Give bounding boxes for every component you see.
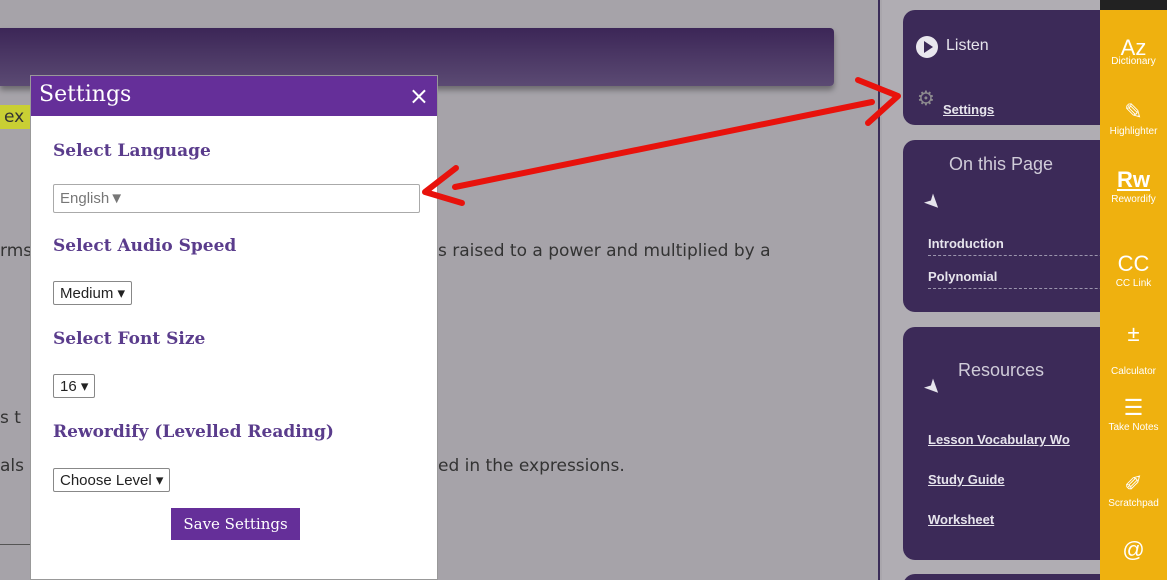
toc-item-polynomial[interactable]: Polynomial — [928, 269, 1128, 289]
resource-link-vocabulary[interactable]: Lesson Vocabulary Wo — [928, 432, 1070, 447]
tool-label: Rewordify — [1111, 194, 1156, 205]
rewordify-icon: Rw — [1117, 167, 1150, 192]
tool-label: Scratchpad — [1108, 498, 1159, 509]
toolbar-top-bar — [1100, 0, 1167, 10]
resources-title: Resources — [958, 360, 1045, 380]
close-icon[interactable]: × — [409, 82, 429, 110]
font-size-label: Select Font Size — [53, 329, 206, 349]
resource-link-worksheet[interactable]: Worksheet — [928, 512, 994, 527]
highlighter-icon: ✎ — [1124, 99, 1143, 124]
body-text-fragment: rms — [0, 241, 33, 261]
resource-link-study-guide[interactable]: Study Guide — [928, 472, 1005, 487]
tool-label: Highlighter — [1109, 126, 1158, 137]
dialog-title: Settings — [39, 82, 132, 107]
listen-label[interactable]: Listen — [946, 37, 989, 55]
at-tool[interactable]: @ — [1100, 538, 1167, 562]
gear-icon: ⚙ — [917, 86, 935, 110]
calculator-tool[interactable]: ± Calculator — [1100, 321, 1167, 378]
settings-dialog: Settings × Select Language English▼ Sele… — [30, 75, 438, 580]
highlighted-text-fragment: ex — [0, 105, 34, 129]
language-label: Select Language — [53, 141, 211, 161]
rewordify-level-select[interactable]: Choose Level ▾ — [53, 468, 171, 492]
pin-icon: ➤ — [918, 187, 948, 217]
divider-rule — [0, 544, 34, 545]
cc-icon: CC — [1117, 251, 1150, 276]
toolbar: Az Dictionary ✎ Highlighter Rw Rewordify… — [1100, 0, 1167, 580]
highlighter-tool[interactable]: ✎ Highlighter — [1100, 99, 1167, 138]
take-notes-tool[interactable]: ☰ Take Notes — [1100, 395, 1167, 434]
audio-speed-label: Select Audio Speed — [53, 236, 237, 256]
cc-link-tool[interactable]: CC CC Link — [1100, 251, 1167, 290]
rewordify-tool[interactable]: Rw Rewordify — [1100, 167, 1167, 206]
body-text-fragment: als — [0, 456, 24, 476]
sidebar-box — [903, 574, 1121, 580]
tool-label: Dictionary — [1111, 56, 1156, 67]
on-this-page-title: On this Page — [949, 154, 1054, 174]
tool-label: Calculator — [1110, 366, 1157, 377]
on-this-page-box: On this Page ➤ Introduction Polynomial — [903, 140, 1128, 312]
language-select[interactable]: English▼ — [53, 184, 420, 213]
pencil-icon: ✐ — [1124, 471, 1143, 496]
listen-box: Listen ⚙ Settings — [903, 10, 1121, 125]
at-icon: @ — [1122, 537, 1145, 562]
scratchpad-tool[interactable]: ✐ Scratchpad — [1100, 471, 1167, 510]
play-icon[interactable] — [916, 36, 938, 58]
pin-icon: ➤ — [918, 372, 948, 402]
notes-icon: ☰ — [1123, 395, 1144, 420]
dictionary-tool[interactable]: Az Dictionary — [1100, 36, 1167, 68]
tool-label: Take Notes — [1108, 422, 1159, 433]
settings-link[interactable]: Settings — [943, 102, 994, 117]
content-divider — [878, 0, 880, 580]
font-size-select[interactable]: 16 ▾ — [53, 374, 96, 398]
resources-box: Resources ➤ Lesson Vocabulary Wo Study G… — [903, 327, 1121, 560]
toc-item-introduction[interactable]: Introduction — [928, 236, 1128, 256]
body-text-fragment: s t — [0, 408, 21, 428]
body-text-line: ed in the expressions. — [438, 456, 625, 476]
save-settings-button[interactable]: Save Settings — [171, 508, 300, 540]
dialog-header: Settings × — [31, 76, 437, 116]
calculator-icon: ± — [1127, 321, 1140, 346]
sidebar: Listen ⚙ Settings On this Page ➤ Introdu… — [882, 0, 1128, 580]
audio-speed-select[interactable]: Medium ▾ — [53, 281, 133, 305]
tool-label: CC Link — [1115, 278, 1152, 289]
rewordify-label: Rewordify (Levelled Reading) — [53, 422, 334, 442]
body-text-line: s raised to a power and multiplied by a — [438, 241, 771, 261]
